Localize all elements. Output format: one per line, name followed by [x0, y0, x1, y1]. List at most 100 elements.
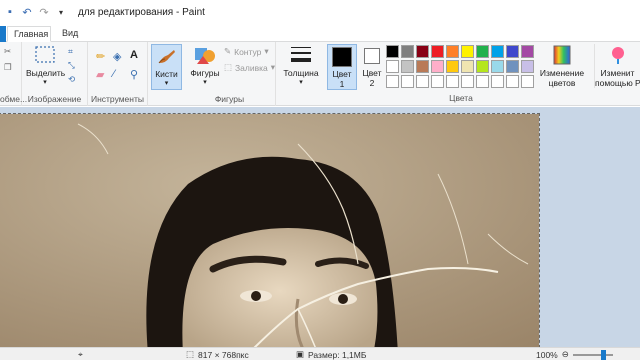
zoom-level: 100%: [536, 349, 558, 360]
palette-swatch[interactable]: [506, 45, 519, 58]
palette-swatch[interactable]: [401, 45, 414, 58]
copy-icon[interactable]: ❐: [4, 62, 12, 73]
group-shapes: Фигуры ▾ ✎ Контур ▾ ⬚ Заливка ▾ Фигуры: [184, 42, 276, 106]
palette-swatch[interactable]: [506, 60, 519, 73]
palette-swatch[interactable]: [401, 60, 414, 73]
group-tools: ✏ ◈ A ▰ ⁄ ⚲ Инструменты: [88, 42, 148, 106]
palette-swatch[interactable]: [461, 75, 474, 88]
color1-label: Цвет: [332, 69, 352, 79]
select-dropdown-icon: ▾: [43, 79, 47, 86]
color2-button[interactable]: Цвет 2: [358, 44, 386, 88]
palette-swatch[interactable]: [476, 60, 489, 73]
ribbon: ✂ ❐ обме... Выделить ▾ ⌗ ⤡ ⟲ Изображение…: [0, 42, 640, 106]
palette-swatch[interactable]: [431, 75, 444, 88]
paint3d-label-2: помощью P: [595, 78, 640, 88]
size-button[interactable]: Толщина ▾: [282, 44, 320, 86]
palette-swatch[interactable]: [506, 75, 519, 88]
shapes-icon: [195, 48, 215, 64]
palette-swatch[interactable]: [431, 60, 444, 73]
color1-button[interactable]: Цвет 1: [327, 44, 357, 90]
tab-file[interactable]: [0, 26, 6, 42]
color1-swatch: [332, 47, 352, 67]
palette-swatch[interactable]: [491, 45, 504, 58]
disk-icon: ▣: [296, 349, 305, 359]
outline-icon: ✎: [224, 46, 232, 56]
color2-label: Цвет: [362, 68, 382, 78]
zoom-out-icon[interactable]: ⊖: [562, 349, 569, 360]
palette-swatch[interactable]: [521, 45, 534, 58]
customize-toolbar-icon[interactable]: ▾: [54, 5, 68, 19]
shapes-button[interactable]: Фигуры ▾: [188, 44, 222, 86]
size-dropdown-icon: ▾: [299, 79, 303, 86]
palette-swatch[interactable]: [416, 75, 429, 88]
tools-group-label: Инструменты: [90, 94, 144, 104]
tab-home[interactable]: Главная: [7, 26, 51, 42]
title-bar: ▪ ↶ ↷ ▾ для редактирования - Paint: [0, 0, 640, 24]
palette-swatch[interactable]: [401, 75, 414, 88]
image-group-label: Изображение: [27, 94, 82, 104]
palette-swatch[interactable]: [446, 60, 459, 73]
save-icon[interactable]: ▪: [3, 5, 17, 19]
status-bar: ⌖ ⬚ 817 × 768пкс ▣ Размер: 1,1МБ 100% ⊖: [0, 347, 640, 360]
palette-swatch[interactable]: [461, 60, 474, 73]
palette-swatch[interactable]: [446, 75, 459, 88]
undo-icon[interactable]: ↶: [20, 5, 34, 19]
palette-swatch[interactable]: [491, 60, 504, 73]
zoom-control: 100% ⊖: [536, 349, 613, 360]
palette-swatch[interactable]: [386, 45, 399, 58]
resize-icon[interactable]: ⤡: [68, 60, 75, 71]
cut-icon[interactable]: ✂: [4, 46, 11, 57]
fill-button[interactable]: ⬚ Заливка ▾: [224, 62, 275, 73]
eraser-icon[interactable]: ▰: [96, 68, 104, 81]
palette-swatch[interactable]: [386, 60, 399, 73]
edit-colors-button[interactable]: Изменение цветов: [538, 44, 586, 88]
cursor-position-icon: ⌖: [78, 349, 83, 359]
shapes-label: Фигуры: [190, 68, 220, 78]
zoom-slider[interactable]: [572, 349, 613, 360]
brushes-label: Кисти: [155, 69, 178, 79]
paint3d-button[interactable]: Изменит помощью P: [594, 44, 640, 88]
crop-icon[interactable]: ⌗: [68, 46, 73, 57]
color2-num: 2: [369, 78, 375, 88]
palette-swatch[interactable]: [476, 75, 489, 88]
size-label: Толщина: [283, 68, 319, 78]
redo-icon[interactable]: ↷: [37, 5, 51, 19]
fill-icon[interactable]: ◈: [113, 50, 121, 63]
edit-colors-label-1: Изменение: [539, 68, 585, 78]
outline-button[interactable]: ✎ Контур ▾: [224, 46, 269, 57]
palette-swatch[interactable]: [386, 75, 399, 88]
palette-swatch[interactable]: [521, 75, 534, 88]
brushes-dropdown-icon: ▾: [164, 80, 169, 87]
color-palette: [386, 45, 535, 89]
file-size-text: Размер: 1,1МБ: [308, 349, 367, 360]
palette-swatch[interactable]: [446, 45, 459, 58]
palette-swatch[interactable]: [461, 45, 474, 58]
tab-view[interactable]: Вид: [56, 26, 84, 42]
palette-swatch[interactable]: [476, 45, 489, 58]
palette-swatch[interactable]: [416, 45, 429, 58]
magnifier-icon[interactable]: ⚲: [130, 68, 138, 81]
portrait-photo: [0, 114, 539, 347]
color-picker-icon[interactable]: ⁄: [113, 68, 115, 80]
canvas-image[interactable]: [0, 113, 540, 347]
palette-swatch[interactable]: [521, 60, 534, 73]
color2-swatch: [364, 48, 380, 64]
select-label: Выделить: [26, 68, 66, 78]
zoom-slider-thumb[interactable]: [600, 349, 606, 360]
edit-colors-label-2: цветов: [548, 78, 576, 88]
rotate-icon[interactable]: ⟲: [68, 74, 75, 85]
palette-swatch[interactable]: [491, 75, 504, 88]
shapes-group-label: Фигуры: [214, 94, 245, 104]
pencil-icon[interactable]: ✏: [96, 50, 105, 63]
brushes-button[interactable]: Кисти ▾: [151, 44, 182, 90]
palette-swatch[interactable]: [416, 60, 429, 73]
fill-label: Заливка: [235, 62, 268, 73]
text-icon[interactable]: A: [130, 49, 138, 61]
palette-swatch[interactable]: [431, 45, 444, 58]
dimensions-icon: ⬚: [186, 349, 195, 359]
group-clipboard: ✂ ❐ обме...: [0, 42, 27, 106]
paint3d-icon: [611, 47, 624, 64]
group-image: Выделить ▾ ⌗ ⤡ ⟲ Изображение: [22, 42, 88, 106]
select-button[interactable]: Выделить ▾: [26, 44, 66, 86]
dimensions-text: 817 × 768пкс: [198, 349, 249, 360]
